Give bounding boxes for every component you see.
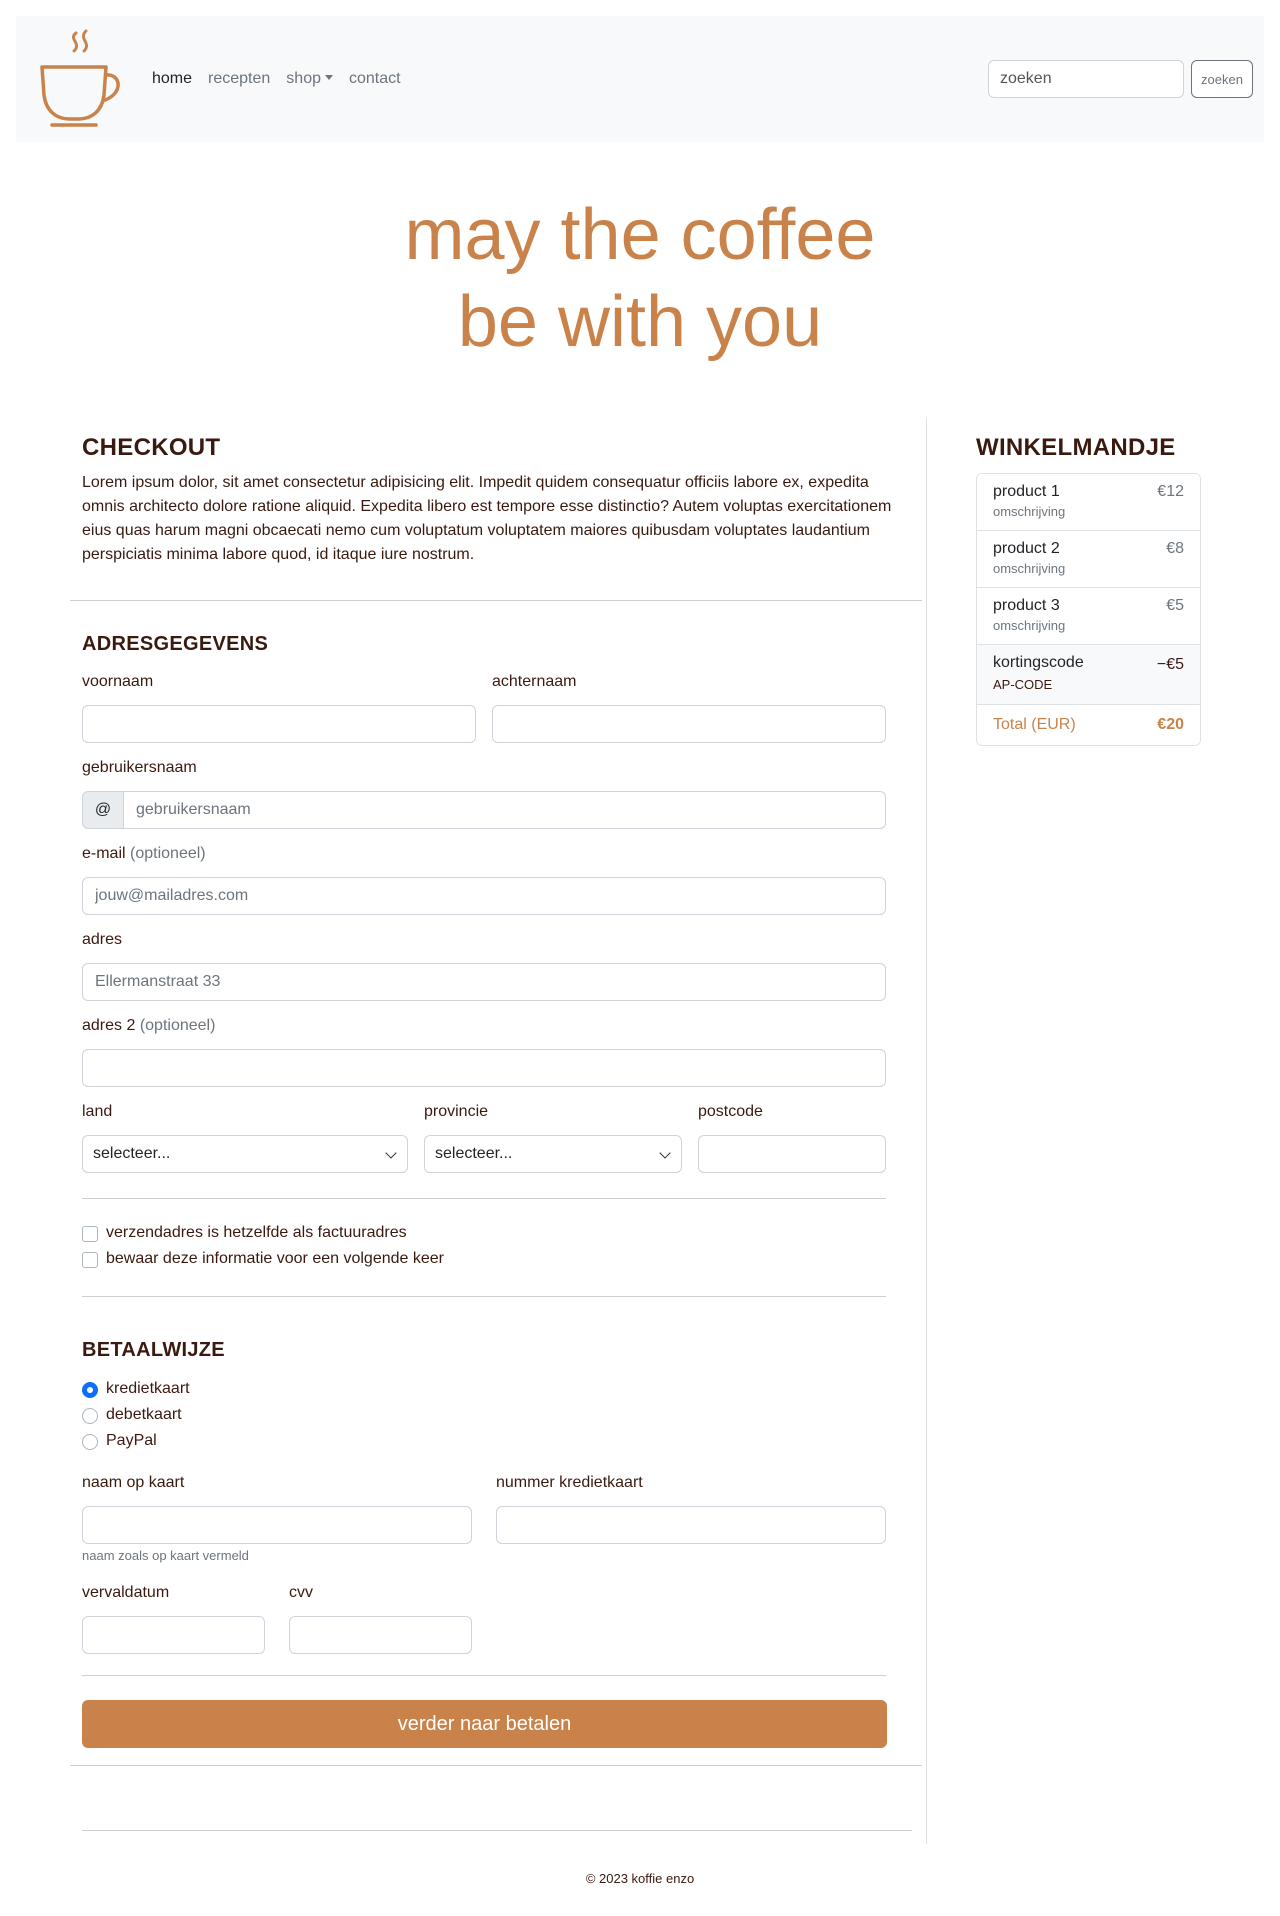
lastname-field[interactable] (492, 705, 886, 743)
province-select[interactable]: selecteer... (424, 1135, 682, 1173)
divider (82, 1296, 886, 1297)
address-field[interactable] (82, 963, 886, 1001)
cart-item-desc: omschrijving (993, 618, 1066, 633)
cart-item-desc: omschrijving (993, 504, 1066, 519)
nav-contact[interactable]: contact (349, 70, 401, 88)
province-value: selecteer... (435, 1145, 513, 1162)
search-button[interactable]: zoeken (1191, 60, 1253, 98)
cart-item-name: product 3 (993, 597, 1060, 614)
card-name-label: naam op kaart (82, 1474, 185, 1491)
card-number-field[interactable] (496, 1506, 886, 1544)
radio-debetkaart[interactable] (82, 1408, 98, 1424)
search-input[interactable] (988, 60, 1184, 98)
divider (82, 1198, 886, 1199)
cart-title-wrap: WINKELMANDJE (976, 434, 1176, 462)
discount-amount: −€5 (1156, 656, 1184, 673)
expiry-field[interactable] (82, 1616, 265, 1654)
nav-links: home recepten shop contact (152, 70, 417, 88)
chevron-down-icon (659, 1147, 671, 1159)
total-value: €20 (1157, 716, 1184, 733)
cvv-label: cvv (289, 1584, 313, 1601)
hero-title: may the coffee be with you (0, 192, 1280, 366)
lastname-label: achternaam (492, 673, 577, 690)
coffee-cup-logo-icon[interactable] (38, 29, 124, 129)
cart-item-desc: omschrijving (993, 561, 1066, 576)
address-label: adres (82, 931, 123, 948)
country-label: land (82, 1103, 113, 1120)
save-info-label: bewaar deze informatie voor een volgende… (106, 1250, 444, 1267)
address2-label-wrap: adres 2 (optioneel) (82, 1017, 215, 1035)
payment-title: BETAALWIJZE (82, 1339, 225, 1361)
country-select[interactable]: selecteer... (82, 1135, 408, 1173)
cvv-field[interactable] (289, 1616, 472, 1654)
nav-shop[interactable]: shop (286, 70, 333, 88)
footer-copyright: © 2023 koffie enzo (585, 1871, 695, 1886)
card-number-label: nummer kredietkaart (496, 1474, 643, 1491)
payment-title-wrap: BETAALWIJZE (82, 1339, 225, 1362)
nav-recepten[interactable]: recepten (208, 70, 270, 88)
method-paypal-label: PayPal (106, 1432, 157, 1449)
divider (82, 1675, 886, 1676)
save-info-checkbox[interactable] (82, 1252, 98, 1268)
checkout-title-wrap: CHECKOUT (82, 434, 220, 462)
at-prefix: @ (82, 791, 124, 829)
username-field[interactable] (123, 791, 886, 829)
username-label: gebruikersnaam (82, 759, 197, 776)
navbar: home recepten shop contact zoeken (16, 16, 1264, 142)
optional-hint: (optioneel) (130, 845, 206, 862)
hero-line-1: may the coffee (404, 195, 876, 275)
column-divider (926, 418, 927, 1844)
country-value: selecteer... (93, 1145, 171, 1162)
postcode-field[interactable] (698, 1135, 886, 1173)
firstname-label: voornaam (82, 673, 154, 690)
caret-down-icon (325, 75, 333, 80)
cart-item-name: product 1 (993, 483, 1060, 500)
cart-item: product 1 omschrijving €12 (977, 474, 1200, 531)
discount-label: kortingscode (993, 654, 1084, 671)
address2-label: adres 2 (82, 1017, 136, 1034)
cart-list: product 1 omschrijving €12 product 2 oms… (976, 473, 1201, 746)
email-label: e-mail (82, 845, 126, 862)
nav-shop-label: shop (286, 70, 321, 87)
firstname-field[interactable] (82, 705, 476, 743)
hero-line-2: be with you (457, 282, 823, 362)
address-title: ADRESGEGEVENS (82, 633, 269, 655)
method-kredietkaart-label: kredietkaart (106, 1380, 190, 1397)
optional-hint-2: (optioneel) (139, 1017, 216, 1034)
submit-button[interactable]: verder naar betalen (82, 1700, 887, 1748)
same-address-checkbox[interactable] (82, 1226, 98, 1242)
chevron-down-icon (385, 1147, 397, 1159)
email-label-wrap: e-mail (optioneel) (82, 845, 206, 863)
cart-item-price: €12 (1157, 483, 1184, 500)
method-debetkaart-label: debetkaart (106, 1406, 182, 1423)
address2-field[interactable] (82, 1049, 886, 1087)
cart-total-row: Total (EUR) €20 (977, 705, 1200, 745)
same-address-label: verzendadres is hetzelfde als factuuradr… (106, 1224, 407, 1241)
cart-item-name: product 2 (993, 540, 1060, 557)
cart-item-price: €8 (1166, 540, 1184, 557)
radio-paypal[interactable] (82, 1434, 98, 1450)
expiry-label: vervaldatum (82, 1584, 170, 1601)
total-label: Total (EUR) (993, 716, 1076, 733)
nav-home[interactable]: home (152, 70, 192, 88)
radio-kredietkaart[interactable] (82, 1382, 98, 1398)
cart-item: product 2 omschrijving €8 (977, 531, 1200, 588)
cart-title: WINKELMANDJE (976, 434, 1176, 461)
province-label: provincie (424, 1103, 489, 1120)
cart-item-price: €5 (1166, 597, 1184, 614)
discount-code: AP-CODE (993, 677, 1053, 692)
footer-divider (82, 1830, 912, 1831)
checkout-intro: Lorem ipsum dolor, sit amet consectetur … (82, 474, 892, 563)
divider (70, 1765, 922, 1766)
cart-discount-row: kortingscode AP-CODE −€5 (977, 645, 1200, 705)
checkout-title: CHECKOUT (82, 434, 221, 461)
cart-item: product 3 omschrijving €5 (977, 588, 1200, 645)
card-name-field[interactable] (82, 1506, 472, 1544)
email-field[interactable] (82, 877, 886, 915)
divider (70, 600, 922, 601)
card-name-help: naam zoals op kaart vermeld (82, 1548, 249, 1563)
postcode-label: postcode (698, 1103, 763, 1120)
address-title-wrap: ADRESGEGEVENS (82, 633, 268, 656)
